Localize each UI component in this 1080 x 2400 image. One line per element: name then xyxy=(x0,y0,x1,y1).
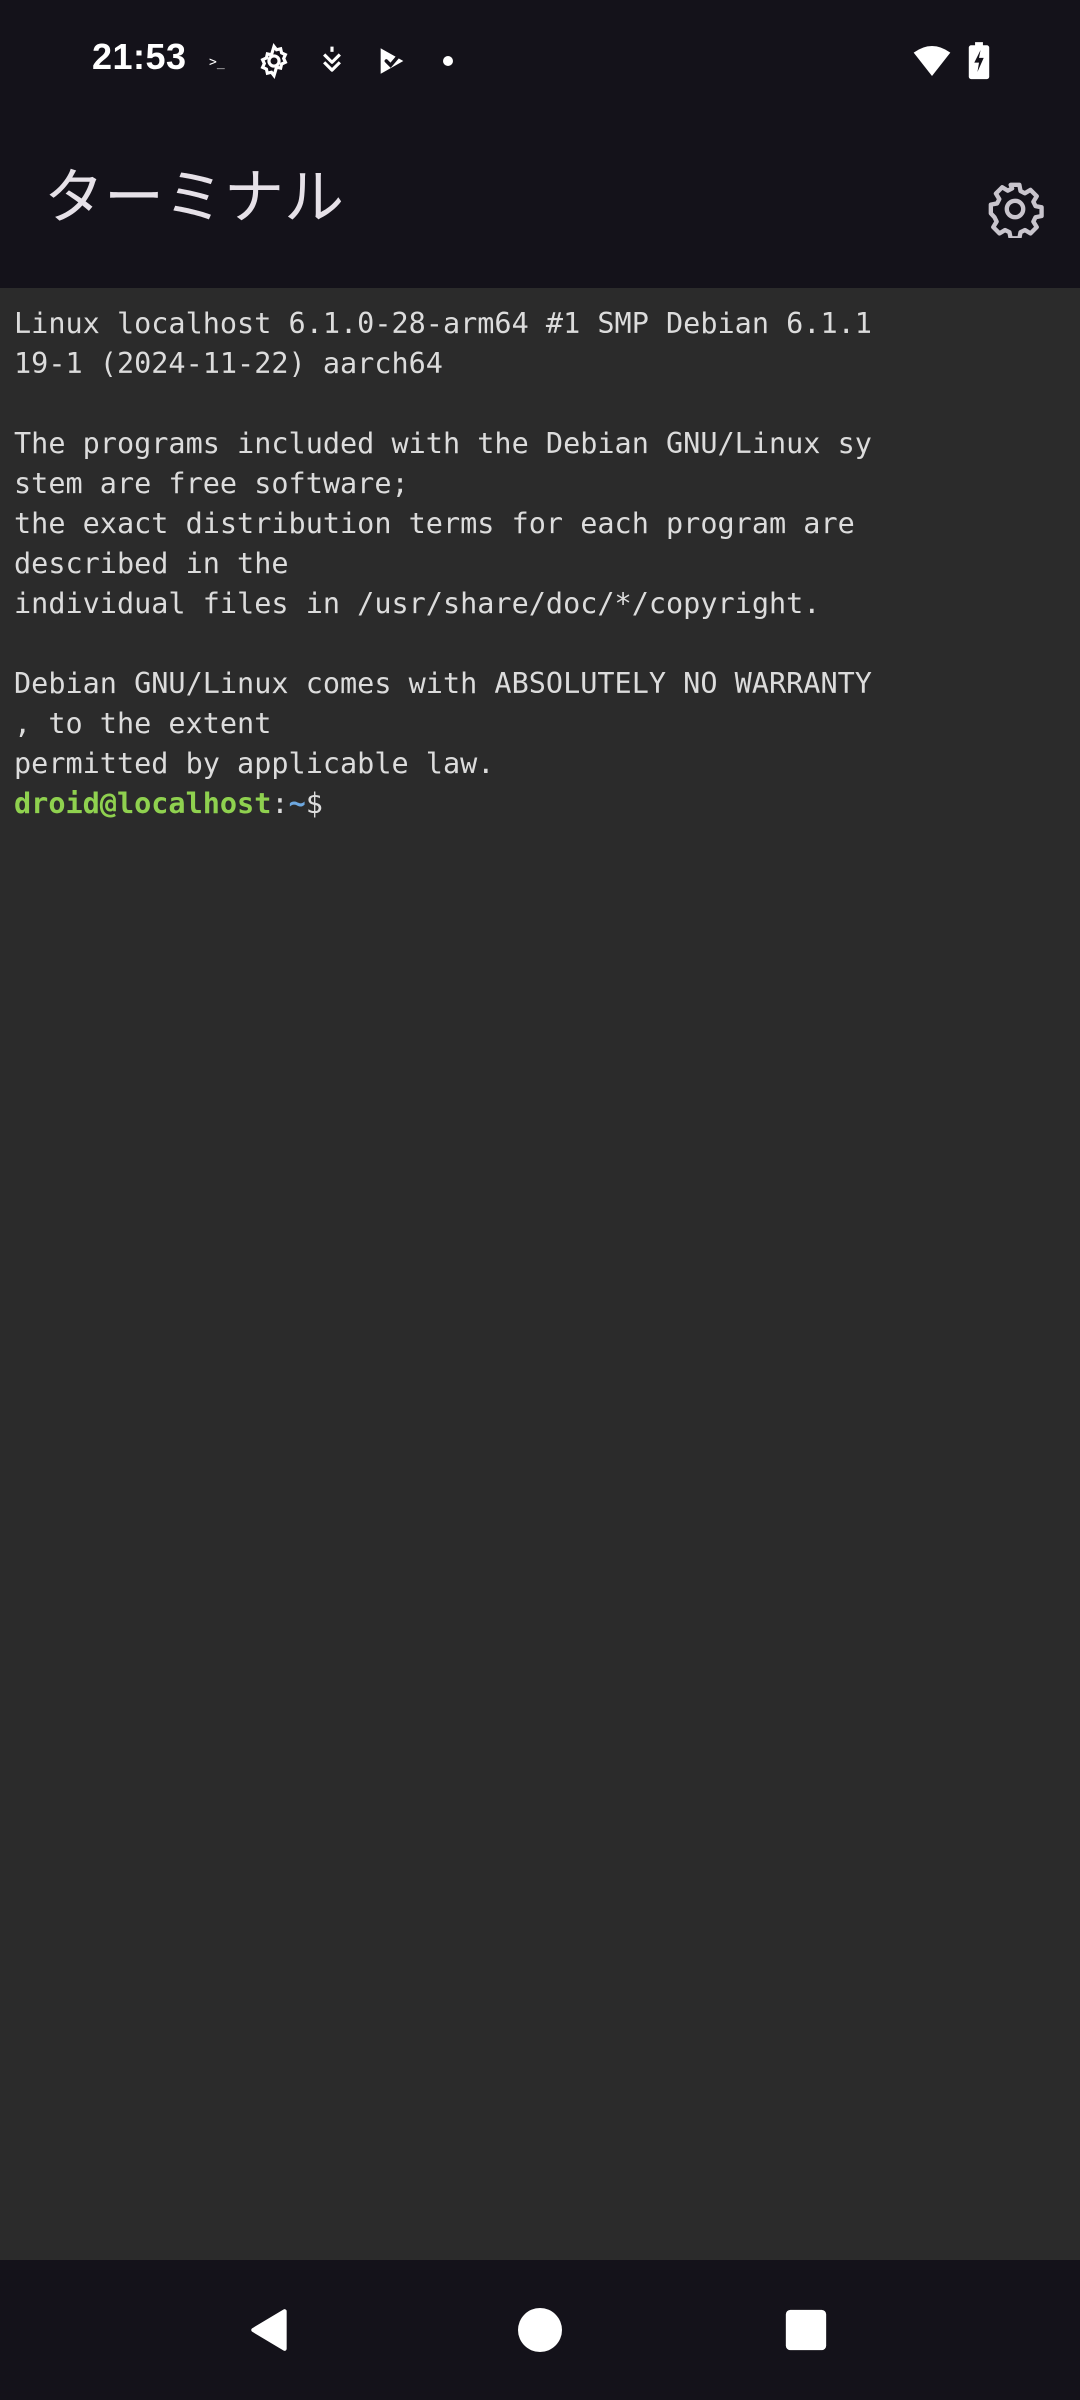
prompt-separator: : xyxy=(271,787,289,820)
prompt-symbol: $ xyxy=(305,787,323,820)
settings-button[interactable] xyxy=(980,174,1050,244)
dot-icon xyxy=(428,40,468,82)
gear-icon xyxy=(988,182,1044,238)
terminal-view[interactable]: Linux localhost 6.1.0-28-arm64 #1 SMP De… xyxy=(0,288,1080,2260)
back-button[interactable] xyxy=(230,2290,310,2370)
play-store-icon xyxy=(372,40,412,82)
recents-button[interactable] xyxy=(766,2290,846,2370)
navigation-bar xyxy=(0,2260,1080,2400)
terminal-prompt[interactable]: droid@localhost:~$ xyxy=(14,784,1066,824)
terminal-line: Debian GNU/Linux comes with ABSOLUTELY N… xyxy=(14,667,872,700)
terminal-line: the exact distribution terms for each pr… xyxy=(14,507,855,540)
back-icon xyxy=(251,2309,287,2351)
battery-charging-icon xyxy=(962,40,996,82)
prompt-path: ~ xyxy=(288,787,306,820)
home-button[interactable] xyxy=(500,2290,580,2370)
app-title: ターミナル xyxy=(44,163,344,233)
home-icon xyxy=(518,2308,562,2352)
wifi-icon xyxy=(910,40,954,82)
app-bar: ターミナル xyxy=(0,124,1080,288)
status-time: 21:53 xyxy=(92,36,187,77)
terminal-line: , to the extent xyxy=(14,707,272,740)
terminal-line: individual files in /usr/share/doc/*/cop… xyxy=(14,587,821,620)
terminal-prompt-glyph: >_ xyxy=(209,55,225,70)
terminal-line: Linux localhost 6.1.0-28-arm64 #1 SMP De… xyxy=(14,307,872,340)
status-bar: 21:53 >_ xyxy=(0,0,1080,124)
terminal-line: described in the xyxy=(14,547,289,580)
gear-icon xyxy=(254,40,294,82)
shield-heart-icon xyxy=(312,40,352,82)
terminal-line: stem are free software; xyxy=(14,467,409,500)
terminal-line: 19-1 (2024-11-22) aarch64 xyxy=(14,347,443,380)
terminal-prompt-icon: >_ xyxy=(200,40,240,82)
recents-icon xyxy=(785,2309,827,2351)
prompt-user-host: droid@localhost xyxy=(14,787,272,820)
terminal-line: The programs included with the Debian GN… xyxy=(14,427,872,460)
terminal-line: permitted by applicable law. xyxy=(14,747,495,780)
